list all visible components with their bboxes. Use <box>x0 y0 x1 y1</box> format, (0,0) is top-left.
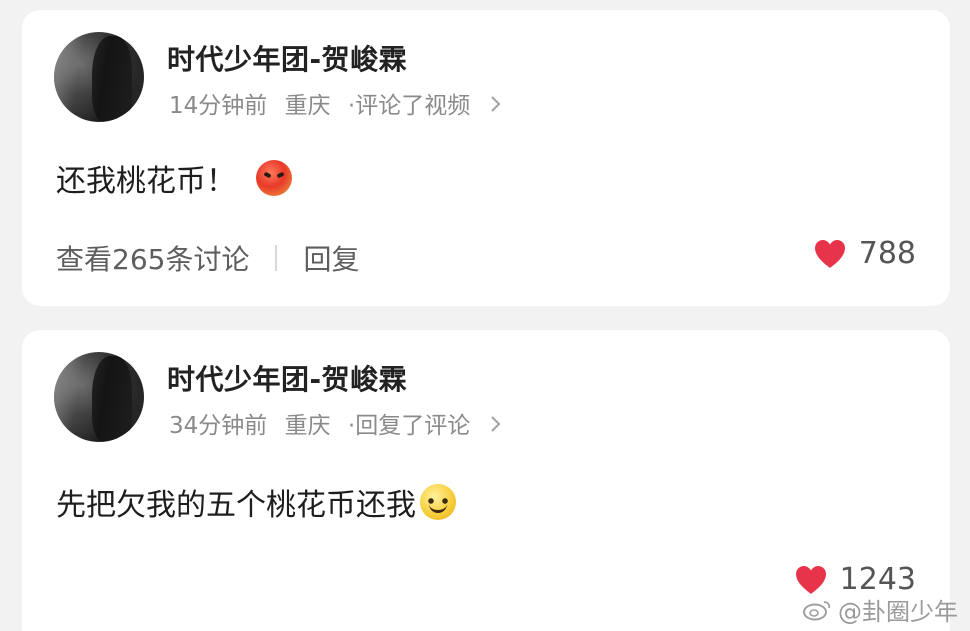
location: 重庆 <box>284 413 331 439</box>
comment-content: 还我桃花币！ <box>56 156 292 200</box>
heart-icon <box>814 239 845 268</box>
comment-content: 先把欠我的五个桃花币还我 <box>56 480 456 524</box>
comment-text: 先把欠我的五个桃花币还我 <box>56 488 416 523</box>
watermark: @卦圈少年 <box>802 592 958 627</box>
timestamp: 34分钟前 <box>169 413 268 439</box>
chevron-right-icon <box>490 93 502 119</box>
comment-meta[interactable]: 14分钟前 重庆 ·评论了视频 <box>169 86 502 120</box>
author-name[interactable]: 时代少年团-贺峻霖 <box>167 358 407 398</box>
avatar[interactable] <box>54 352 144 442</box>
location: 重庆 <box>284 93 331 119</box>
comment-text: 还我桃花币！ <box>56 164 236 199</box>
weibo-logo-icon <box>803 600 831 620</box>
smile-face-emoji-icon <box>420 484 456 520</box>
chevron-right-icon <box>490 413 502 439</box>
avatar[interactable] <box>54 32 144 122</box>
comment-meta[interactable]: 34分钟前 重庆 ·回复了评论 <box>169 406 502 440</box>
comment-card: 时代少年团-贺峻霖 34分钟前 重庆 ·回复了评论 先把欠我的五个桃花币还我 1… <box>22 330 950 631</box>
heart-icon <box>795 565 826 594</box>
comment-card: 时代少年团-贺峻霖 14分钟前 重庆 ·评论了视频 还我桃花币！ 查看265条讨… <box>22 10 950 306</box>
timestamp: 14分钟前 <box>169 93 268 119</box>
divider <box>275 245 278 271</box>
like-count: 788 <box>858 236 916 271</box>
reply-button[interactable]: 回复 <box>303 238 359 278</box>
author-name[interactable]: 时代少年团-贺峻霖 <box>167 38 407 78</box>
angry-face-emoji-icon <box>256 160 292 196</box>
watermark-text: @卦圈少年 <box>838 598 958 626</box>
action-text: ·评论了视频 <box>347 93 471 119</box>
like-button[interactable]: 788 <box>813 236 916 271</box>
view-discussion-link[interactable]: 查看265条讨论 <box>56 238 249 278</box>
comment-actions: 查看265条讨论 回复 <box>56 238 359 278</box>
action-text: ·回复了评论 <box>347 413 471 439</box>
